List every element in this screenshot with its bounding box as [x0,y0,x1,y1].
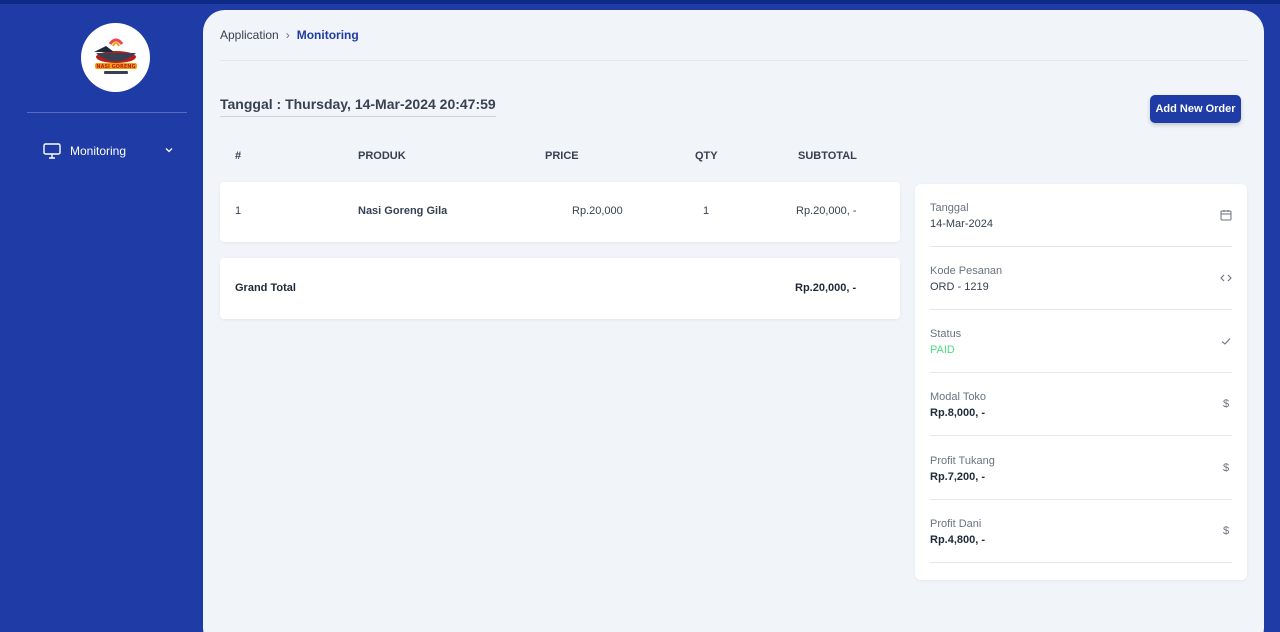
order-row-card: 1 Nasi Goreng Gila Rp.20,000 1 Rp.20,000… [220,182,900,242]
breadcrumb-current: Monitoring [296,28,359,42]
row-number: 1 [235,205,242,217]
detail-profit-dani: Profit Dani Rp.4,800, - $ [930,500,1232,563]
table-header: # PRODUK PRICE QTY SUBTOTAL [220,150,900,164]
row-subtotal: Rp.20,000, - [796,205,857,217]
column-header: QTY [695,150,718,162]
detail-label: Modal Toko [930,391,987,403]
add-new-order-button[interactable]: Add New Order [1150,95,1241,123]
column-header: PRODUK [358,150,406,162]
code-icon [1220,274,1232,282]
detail-tanggal: Tanggal 14-Mar-2024 [930,184,1232,247]
monitor-icon [43,143,61,159]
grand-total-value: Rp.20,000, - [795,282,857,294]
dollar-icon: $ [1222,525,1230,537]
detail-value: 14-Mar-2024 [930,218,993,230]
grand-total-card: Grand Total Rp.20,000, - [220,258,900,319]
page-title: Tanggal : Thursday, 14-Mar-2024 20:47:59 [220,96,496,117]
detail-label: Tanggal [930,202,969,214]
status-badge: PAID [930,344,955,356]
detail-label: Kode Pesanan [930,265,1003,277]
header-divider [220,60,1248,61]
detail-modal-toko: Modal Toko Rp.8,000, - $ [930,373,1232,436]
row-produk: Nasi Goreng Gila [358,205,448,217]
detail-value: Rp.8,000, - [930,407,986,419]
detail-value: Rp.7,200, - [930,471,986,483]
row-qty: 1 [703,205,710,217]
main-content: Application › Monitoring Tanggal : Thurs… [203,10,1264,632]
column-header: SUBTOTAL [798,150,857,162]
detail-label: Status [930,328,962,340]
column-header: PRICE [545,150,579,162]
check-icon [1221,338,1231,345]
column-header: # [235,150,242,162]
dollar-icon: $ [1222,398,1230,410]
detail-profit-tukang: Profit Tukang Rp.7,200, - $ [930,437,1232,500]
breadcrumb-application[interactable]: Application [220,28,279,42]
row-price: Rp.20,000 [572,205,623,217]
detail-status: Status PAID [930,310,1232,373]
detail-value: Rp.4,800, - [930,534,986,546]
chevron-down-icon[interactable] [163,144,175,156]
detail-label: Profit Dani [930,518,982,530]
detail-kode-pesanan: Kode Pesanan ORD - 1219 [930,247,1232,310]
dollar-icon: $ [1222,462,1230,474]
svg-text:NASI GORENG: NASI GORENG [96,64,135,70]
brand-logo[interactable]: NASI GORENG [81,23,150,92]
order-detail-card: Tanggal 14-Mar-2024 Kode Pesanan ORD - 1… [915,184,1247,580]
wok-logo-icon: NASI GORENG [84,26,147,89]
sidebar-divider [27,112,187,113]
sidebar: NASI GORENG Monitoring [0,0,203,632]
detail-label: Profit Tukang [930,455,995,467]
calendar-icon [1220,210,1232,221]
sidebar-item-monitoring[interactable]: Monitoring [43,141,175,161]
breadcrumb-separator: › [285,28,290,42]
breadcrumb: Application › Monitoring [220,28,359,42]
sidebar-item-label: Monitoring [70,144,127,158]
detail-value: ORD - 1219 [930,281,989,293]
grand-total-label: Grand Total [235,282,296,294]
table-row[interactable]: 1 Nasi Goreng Gila Rp.20,000 1 Rp.20,000… [220,205,900,219]
